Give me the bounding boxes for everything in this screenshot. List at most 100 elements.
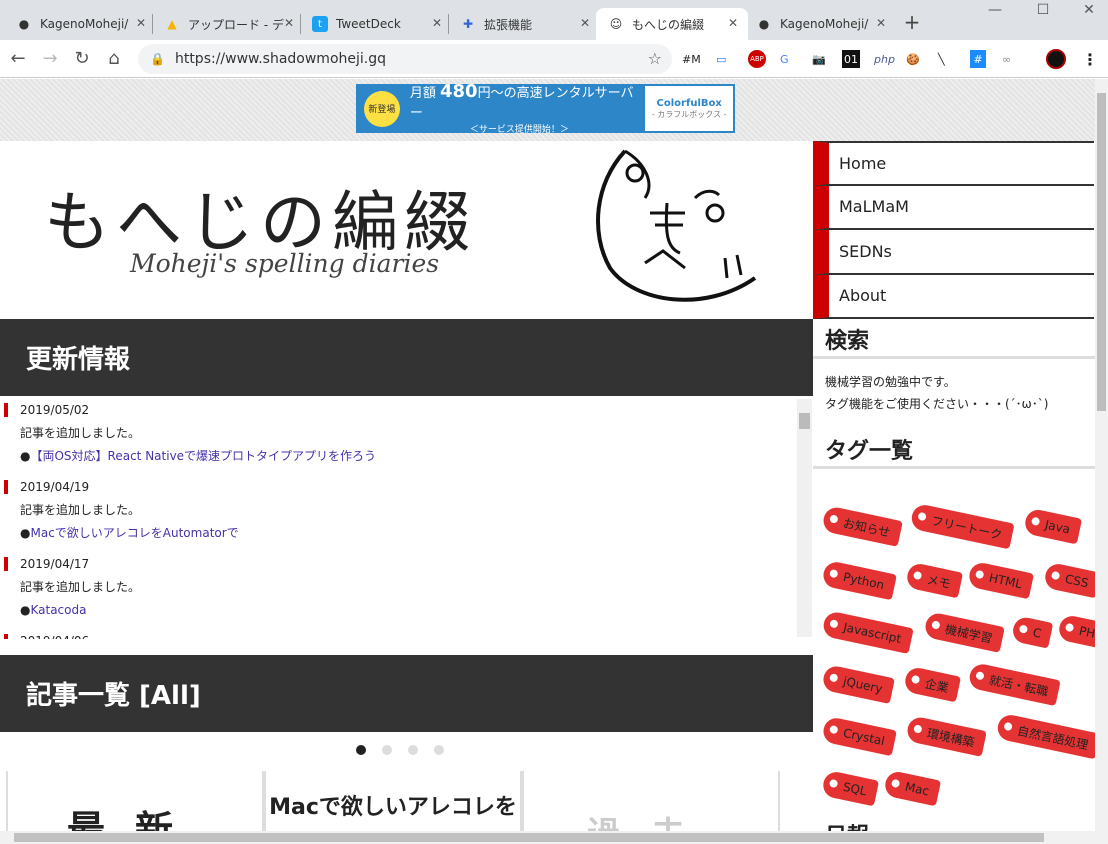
hash-icon[interactable]: # xyxy=(970,50,986,68)
close-icon[interactable]: ✕ xyxy=(728,16,738,30)
php-icon[interactable]: php xyxy=(874,50,895,68)
tag-item[interactable]: メモ xyxy=(904,561,964,599)
close-icon[interactable]: ✕ xyxy=(136,16,146,30)
page-scrollbar[interactable] xyxy=(1095,79,1108,831)
search-heading: 検索 xyxy=(813,321,1095,359)
article-carousel: 最新 Macで欲しいアレコレをAutomatorで 過去 xyxy=(6,771,813,831)
bookmark-star-icon[interactable]: ☆ xyxy=(648,49,662,68)
url-text[interactable]: https://www.shadowmoheji.gq xyxy=(175,51,386,67)
carousel-dots xyxy=(356,745,444,755)
updates-scrollbar[interactable] xyxy=(797,399,812,637)
address-bar[interactable]: 🔒 https://www.shadowmoheji.gq ☆ xyxy=(138,44,672,74)
article-card-past[interactable]: 過去 xyxy=(522,771,780,831)
browser-toolbar: ← → ↻ ⌂ 🔒 https://www.shadowmoheji.gq ☆ … xyxy=(0,40,1108,78)
tag-item[interactable]: Crystal xyxy=(821,715,897,757)
ad-prefix: 月額 xyxy=(409,86,436,101)
tag-item[interactable]: HTML xyxy=(966,560,1035,600)
tag-item[interactable]: 就活・転職 xyxy=(967,661,1061,707)
lock-icon: 🔒 xyxy=(150,52,165,66)
tag-item[interactable]: お知らせ xyxy=(821,505,903,547)
tag-item[interactable]: CSS xyxy=(1042,561,1095,599)
tab-2[interactable]: t TweetDeck ✕ xyxy=(300,8,452,40)
tag-item[interactable]: Python xyxy=(821,559,897,601)
bullet: ● xyxy=(20,603,31,617)
list-item: 2019/04/17 記事を追加しました。 ●Katacoda xyxy=(0,553,813,622)
window-close-button[interactable]: ✕ xyxy=(1074,2,1104,18)
new-tab-button[interactable]: + xyxy=(900,10,924,34)
update-link[interactable]: 【両OS対応】React Nativeで爆速プロトタイプアプリを作ろう xyxy=(30,449,376,463)
tab-4[interactable]: ☺ もへじの編綴 ✕ xyxy=(596,8,748,40)
tab-5[interactable]: ● KagenoMoheji/✕ xyxy=(744,8,896,40)
menu-item-about[interactable]: About xyxy=(813,274,1094,319)
carousel-dot[interactable] xyxy=(434,745,444,755)
updates-heading: 更新情報 xyxy=(0,319,813,396)
menu-item-home[interactable]: Home xyxy=(813,141,1094,186)
article-card[interactable]: Macで欲しいアレコレをAutomatorで xyxy=(264,771,522,831)
menu-item-sedns[interactable]: SEDNs xyxy=(813,230,1094,275)
extension-icon-0[interactable]: #M xyxy=(682,50,701,68)
horizontal-scrollbar[interactable] xyxy=(0,831,1108,844)
main-menu: Home MaLMaM SEDNs About xyxy=(813,141,1095,319)
sidebar-search: 検索 機械学習の勉強中です。 タグ機能をご使用ください・・・(´･ω･`) xyxy=(813,321,1095,415)
site-header[interactable]: もへじの編綴 Moheji's spelling diaries xyxy=(0,141,813,319)
update-date: 2019/04/19 xyxy=(20,480,90,494)
minimize-button[interactable]: — xyxy=(980,2,1010,18)
tag-item[interactable]: C xyxy=(1010,615,1054,649)
home-icon[interactable]: ⌂ xyxy=(102,48,126,69)
updates-list[interactable]: 2019/05/02 記事を追加しました。 ●【両OS対応】React Nati… xyxy=(0,395,813,639)
close-icon[interactable]: ✕ xyxy=(432,16,442,30)
maximize-button[interactable]: ☐ xyxy=(1028,2,1058,18)
moheji-icon: ☺ xyxy=(609,17,623,31)
search-text-1: 機械学習の勉強中です。 xyxy=(825,375,956,389)
article-card-latest[interactable]: 最新 xyxy=(6,771,264,831)
tab-1[interactable]: ▲アップロード - デベ✕ xyxy=(152,8,304,40)
ad-banner[interactable]: 新登場 月額 480円～の高速レンタルサーバー ＜サービス提供開始！＞ Color… xyxy=(356,81,735,135)
tag-item[interactable]: 自然言語処理 xyxy=(995,712,1095,760)
ad-badge: 新登場 xyxy=(364,90,400,127)
list-item: 2019/04/19 記事を追加しました。 ●Macで欲しいアレコレをAutom… xyxy=(0,476,813,545)
tag-item[interactable]: フリートーク xyxy=(909,502,1015,550)
list-item: 2019/05/02 記事を追加しました。 ●【両OS対応】React Nati… xyxy=(0,399,813,468)
camera-icon[interactable]: 📷 xyxy=(812,50,826,68)
tab-0[interactable]: ● KagenoMoheji/✕ xyxy=(4,8,156,40)
update-link[interactable]: Macで欲しいアレコレをAutomatorで xyxy=(30,526,238,540)
avatar[interactable] xyxy=(1046,49,1066,69)
update-date: 2019/04/06 xyxy=(20,630,813,639)
forward-icon[interactable]: → xyxy=(38,48,62,69)
tag-item[interactable]: jQuery xyxy=(821,664,895,704)
tag-item[interactable]: 機械学習 xyxy=(923,611,1005,653)
close-icon[interactable]: ✕ xyxy=(876,16,886,30)
ad-logo: ColorfulBox - カラフルボックス - xyxy=(645,86,733,131)
tab-strip: ●KagenoMoheji/✕ ▲アップロード - デベ✕ tTweetDeck… xyxy=(0,0,1108,40)
tab-3[interactable]: ✚ 拡張機能 ✕ xyxy=(448,8,600,40)
translate-icon[interactable]: G xyxy=(780,50,789,68)
slash-icon[interactable]: ╲ xyxy=(938,50,945,68)
tag-item[interactable]: Java xyxy=(1022,507,1083,545)
binary-icon[interactable]: 01 xyxy=(842,50,860,68)
carousel-dot[interactable] xyxy=(356,745,366,755)
archive-heading: 日報 xyxy=(813,815,869,831)
carousel-dot[interactable] xyxy=(408,745,418,755)
extension-icon-1[interactable]: ▭ xyxy=(716,50,726,68)
list-item: 2019/04/06 xyxy=(0,630,813,639)
tag-item[interactable]: Javascript xyxy=(821,610,914,654)
reload-icon[interactable]: ↻ xyxy=(70,48,94,69)
menu-item-malmam[interactable]: MaLMaM xyxy=(813,185,1094,230)
tag-item[interactable]: 環境構築 xyxy=(905,715,987,757)
carousel-dot[interactable] xyxy=(382,745,392,755)
back-icon[interactable]: ← xyxy=(6,48,30,69)
update-link[interactable]: Katacoda xyxy=(30,603,86,617)
articles-heading: 記事一覧 [All] xyxy=(0,655,813,732)
tweetdeck-icon: t xyxy=(312,16,328,32)
tag-item[interactable]: 企業 xyxy=(902,665,962,703)
link-icon[interactable]: ∞ xyxy=(1002,50,1011,68)
menu-kebab-icon[interactable]: ⋮ xyxy=(1082,50,1098,69)
tags-heading: タグ一覧 xyxy=(813,431,1095,469)
tag-item[interactable]: PHP xyxy=(1056,613,1095,651)
close-icon[interactable]: ✕ xyxy=(580,16,590,30)
tag-item[interactable]: SQL xyxy=(820,769,879,807)
tag-item[interactable]: Mac xyxy=(882,769,942,807)
adblock-icon[interactable]: ABP xyxy=(748,50,766,68)
close-icon[interactable]: ✕ xyxy=(284,16,294,30)
cookie-icon[interactable]: 🍪 xyxy=(906,50,920,68)
